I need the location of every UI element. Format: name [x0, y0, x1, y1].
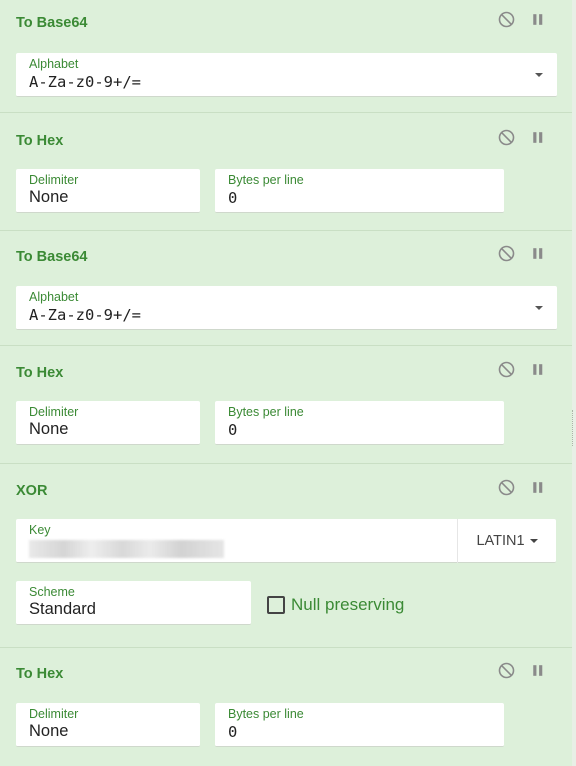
- operation-controls: [498, 662, 546, 679]
- operation-xor: XOR Key LATIN1 Scheme Standard: [0, 464, 572, 648]
- disable-icon[interactable]: [498, 11, 515, 28]
- scrollbar[interactable]: [572, 0, 576, 766]
- field-value: 0: [228, 723, 238, 741]
- bytes-per-line-input[interactable]: Bytes per line 0: [215, 401, 504, 445]
- pause-icon[interactable]: [529, 245, 546, 262]
- key-encoding-dropdown[interactable]: LATIN1: [457, 519, 556, 563]
- pause-icon[interactable]: [529, 11, 546, 28]
- scheme-select[interactable]: Scheme Standard: [16, 581, 251, 625]
- disable-icon[interactable]: [498, 662, 515, 679]
- field-label: Delimiter: [29, 707, 79, 721]
- delimiter-select[interactable]: Delimiter None: [16, 401, 200, 445]
- chevron-down-icon[interactable]: [535, 73, 543, 77]
- checkbox-box[interactable]: [267, 596, 285, 614]
- chevron-down-icon[interactable]: [535, 306, 543, 310]
- disable-icon[interactable]: [498, 245, 515, 262]
- checkbox-label: Null preserving: [291, 595, 405, 614]
- field-value: A-Za-z0-9+/=: [29, 73, 141, 91]
- field-value: None: [29, 722, 69, 740]
- operation-title[interactable]: To Hex: [16, 133, 63, 149]
- field-label: Key: [29, 523, 51, 537]
- key-input[interactable]: Key LATIN1: [16, 519, 556, 563]
- pause-icon[interactable]: [529, 361, 546, 378]
- disable-icon[interactable]: [498, 129, 515, 146]
- operation-title[interactable]: To Hex: [16, 666, 63, 682]
- delimiter-select[interactable]: Delimiter None: [16, 703, 200, 747]
- operation-to-hex: To Hex Delimiter None Bytes per line 0: [0, 113, 572, 231]
- operation-controls: [498, 361, 546, 378]
- field-label: Bytes per line: [228, 405, 304, 419]
- delimiter-select[interactable]: Delimiter None: [16, 169, 200, 213]
- chevron-down-icon: [529, 539, 538, 543]
- alphabet-select[interactable]: Alphabet A-Za-z0-9+/=: [16, 286, 557, 330]
- field-value: None: [29, 188, 69, 206]
- field-label: Delimiter: [29, 405, 79, 419]
- field-label: Bytes per line: [228, 173, 304, 187]
- resize-handle[interactable]: [572, 410, 575, 446]
- bytes-per-line-input[interactable]: Bytes per line 0: [215, 703, 504, 747]
- field-label: Bytes per line: [228, 707, 304, 721]
- operation-title[interactable]: XOR: [16, 483, 47, 499]
- disable-icon[interactable]: [498, 361, 515, 378]
- field-value: Standard: [29, 600, 96, 618]
- pause-icon[interactable]: [529, 129, 546, 146]
- encoding-label: LATIN1: [476, 533, 525, 549]
- operation-title[interactable]: To Hex: [16, 365, 63, 381]
- disable-icon[interactable]: [498, 479, 515, 496]
- operation-to-hex: To Hex Delimiter None Bytes per line 0: [0, 346, 572, 464]
- field-label: Alphabet: [29, 57, 79, 71]
- field-label: Delimiter: [29, 173, 79, 187]
- pause-icon[interactable]: [529, 479, 546, 496]
- null-preserving-checkbox[interactable]: Null preserving: [267, 595, 404, 615]
- key-value-redacted: [29, 540, 224, 558]
- operation-to-hex: To Hex Delimiter None Bytes per line 0: [0, 648, 572, 766]
- operation-to-base64: To Base64 Alphabet A-Za-z0-9+/=: [0, 0, 572, 113]
- operation-controls: [498, 129, 546, 146]
- field-label: Scheme: [29, 585, 75, 599]
- operation-title[interactable]: To Base64: [16, 249, 87, 265]
- field-value: None: [29, 420, 69, 438]
- operation-to-base64: To Base64 Alphabet A-Za-z0-9+/=: [0, 231, 572, 346]
- operation-controls: [498, 245, 546, 262]
- field-label: Alphabet: [29, 290, 79, 304]
- field-value: 0: [228, 189, 238, 207]
- bytes-per-line-input[interactable]: Bytes per line 0: [215, 169, 504, 213]
- alphabet-select[interactable]: Alphabet A-Za-z0-9+/=: [16, 53, 557, 97]
- operation-controls: [498, 11, 546, 28]
- operation-controls: [498, 479, 546, 496]
- pause-icon[interactable]: [529, 662, 546, 679]
- operation-title[interactable]: To Base64: [16, 15, 87, 31]
- field-value: A-Za-z0-9+/=: [29, 306, 141, 324]
- field-value: 0: [228, 421, 238, 439]
